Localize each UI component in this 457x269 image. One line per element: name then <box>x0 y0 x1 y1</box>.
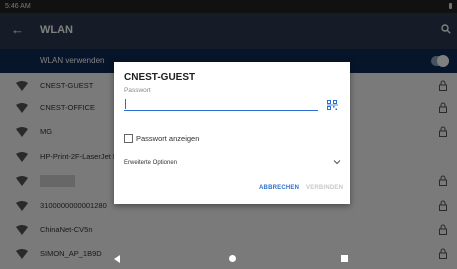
dialog-title: CNEST-GUEST <box>124 72 196 83</box>
cancel-button[interactable]: ABBRECHEN <box>259 185 299 191</box>
password-label: Passwort <box>124 87 151 94</box>
navigation-bar <box>0 250 457 269</box>
advanced-options-label[interactable]: Erweiterte Optionen <box>124 160 177 166</box>
text-cursor <box>125 99 126 109</box>
show-password-checkbox[interactable] <box>124 134 133 143</box>
wifi-password-dialog: CNEST-GUEST Passwort Passwort anzeigen E… <box>114 62 350 204</box>
nav-back-icon[interactable] <box>114 255 120 263</box>
nav-home-icon[interactable] <box>229 255 236 262</box>
qr-scan-icon[interactable] <box>327 100 338 110</box>
show-password-label[interactable]: Passwort anzeigen <box>136 134 199 143</box>
password-input[interactable] <box>124 96 318 111</box>
connect-button[interactable]: VERBINDEN <box>306 185 343 191</box>
nav-recents-icon[interactable] <box>341 255 348 262</box>
chevron-down-icon[interactable] <box>333 158 341 166</box>
